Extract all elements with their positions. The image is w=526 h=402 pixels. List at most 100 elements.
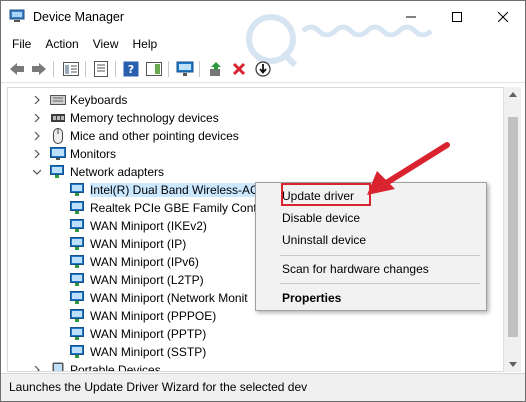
collapse-chevron-icon[interactable] (32, 163, 42, 181)
tree-item-wan-pppoe[interactable]: WAN Miniport (PPPOE) (70, 307, 216, 325)
svg-text:?: ? (128, 63, 134, 76)
minimize-icon (406, 16, 416, 18)
show-hide-tree-button[interactable] (61, 59, 81, 79)
red-arrow-icon (367, 142, 450, 195)
network-adapter-icon (70, 200, 86, 216)
network-adapter-icon (70, 344, 86, 360)
context-menu-separator (280, 255, 480, 256)
toolbar-separator (199, 61, 200, 77)
menu-file[interactable]: File (5, 33, 38, 55)
tree-item-label: WAN Miniport (IPv6) (90, 255, 199, 269)
expand-chevron-icon[interactable] (32, 361, 42, 371)
uninstall-x-icon (232, 62, 246, 76)
network-adapter-icon (70, 182, 86, 198)
toolbar-separator (168, 61, 169, 77)
network-adapter-icon (70, 272, 86, 288)
monitor-icon (50, 146, 66, 162)
update-driver-button[interactable] (253, 59, 273, 79)
tree-item-wan-ipv6[interactable]: WAN Miniport (IPv6) (70, 253, 199, 271)
enable-device-button[interactable] (206, 59, 226, 79)
network-adapter-icon (70, 236, 86, 252)
menu-help[interactable]: Help (126, 33, 165, 55)
context-item-disable-device[interactable]: Disable device (282, 208, 360, 228)
network-adapter-icon (50, 164, 66, 180)
toolbar: ? (1, 55, 525, 83)
tree-item-label: Intel(R) Dual Band Wireless-AC (90, 183, 259, 197)
tree-item-memory-technology[interactable]: Memory technology devices (32, 109, 219, 127)
expand-chevron-icon[interactable] (32, 109, 42, 127)
tree-item-wan-pptp[interactable]: WAN Miniport (PPTP) (70, 325, 206, 343)
tree-item-network-adapters[interactable]: Network adapters (32, 163, 164, 181)
status-text: Launches the Update Driver Wizard for th… (9, 380, 308, 394)
window-title: Device Manager (33, 10, 125, 24)
context-item-uninstall-device[interactable]: Uninstall device (282, 230, 366, 250)
network-adapter-icon (70, 290, 86, 306)
toolbar-separator (85, 61, 86, 77)
context-menu-separator (280, 283, 480, 284)
properties-icon (94, 61, 108, 77)
tree-item-label: WAN Miniport (Network Monit (90, 291, 248, 305)
expand-chevron-icon[interactable] (32, 145, 42, 163)
tree-scrollbar[interactable] (503, 87, 521, 372)
network-adapter-icon (70, 326, 86, 342)
close-button[interactable] (480, 1, 525, 33)
expand-chevron-icon[interactable] (32, 91, 42, 109)
tree-item-intel-wireless[interactable]: Intel(R) Dual Band Wireless-AC (70, 181, 259, 199)
expand-chevron-icon[interactable] (32, 127, 42, 145)
network-adapter-icon (70, 308, 86, 324)
tree-item-label: WAN Miniport (IP) (90, 237, 187, 251)
monitor-button[interactable] (175, 59, 195, 79)
tree-item-wan-network-monitor[interactable]: WAN Miniport (Network Monit (70, 289, 248, 307)
update-driver-highlight (281, 183, 371, 206)
scroll-up-arrow-icon[interactable] (509, 92, 517, 97)
tree-item-label: Portable Devices (70, 363, 161, 372)
tree-item-monitors[interactable]: Monitors (32, 145, 116, 163)
back-button[interactable] (7, 59, 27, 79)
tree-item-wan-l2tp[interactable]: WAN Miniport (L2TP) (70, 271, 204, 289)
tree-item-label: Mice and other pointing devices (70, 129, 239, 143)
maximize-button[interactable] (434, 1, 480, 33)
tree-item-wan-sstp[interactable]: WAN Miniport (SSTP) (70, 343, 206, 361)
context-item-properties[interactable]: Properties (282, 288, 341, 308)
maximize-icon (452, 12, 462, 22)
tree-item-label: WAN Miniport (L2TP) (90, 273, 204, 287)
tree-item-label: Monitors (70, 147, 117, 161)
mouse-icon (50, 128, 66, 144)
show-hide-tree-icon (63, 62, 79, 76)
uninstall-button[interactable] (229, 59, 249, 79)
forward-button[interactable] (29, 59, 49, 79)
device-manager-icon (9, 9, 25, 22)
back-arrow-icon (10, 63, 24, 75)
tree-item-realtek[interactable]: Realtek PCIe GBE Family Contro (70, 199, 267, 217)
tree-item-mice[interactable]: Mice and other pointing devices (32, 127, 239, 145)
help-button[interactable]: ? (121, 59, 141, 79)
tree-item-label: Keyboards (70, 93, 128, 107)
tree-item-label: Memory technology devices (70, 111, 219, 125)
context-item-scan-hardware[interactable]: Scan for hardware changes (282, 259, 429, 279)
scrollbar-thumb[interactable] (508, 117, 518, 337)
forward-arrow-icon (32, 63, 46, 75)
tree-item-wan-ikev2[interactable]: WAN Miniport (IKEv2) (70, 217, 207, 235)
tree-item-keyboards[interactable]: Keyboards (32, 91, 127, 109)
help-icon: ? (123, 61, 139, 77)
tree-item-wan-ip[interactable]: WAN Miniport (IP) (70, 235, 186, 253)
network-adapter-icon (70, 218, 86, 234)
title-bar[interactable]: Device Manager (1, 1, 525, 33)
keyboard-icon (50, 92, 66, 108)
menu-action[interactable]: Action (38, 33, 85, 55)
update-driver-icon (255, 61, 271, 77)
properties-button[interactable] (91, 59, 111, 79)
action-pane-icon (146, 62, 162, 76)
toolbar-separator (115, 61, 116, 77)
tree-item-label: WAN Miniport (SSTP) (90, 345, 207, 359)
tree-item-label: WAN Miniport (PPTP) (90, 327, 207, 341)
minimize-button[interactable] (388, 1, 434, 33)
menu-view[interactable]: View (86, 33, 126, 55)
toolbar-separator (53, 61, 54, 77)
tree-item-label: WAN Miniport (PPPOE) (90, 309, 217, 323)
tree-item-portable-devices[interactable]: Portable Devices (32, 361, 161, 372)
device-manager-window: Device Manager File Action View Help ? K… (0, 0, 526, 402)
action-pane-button[interactable] (144, 59, 164, 79)
portable-device-icon (50, 362, 66, 371)
scroll-down-arrow-icon[interactable] (509, 362, 517, 367)
